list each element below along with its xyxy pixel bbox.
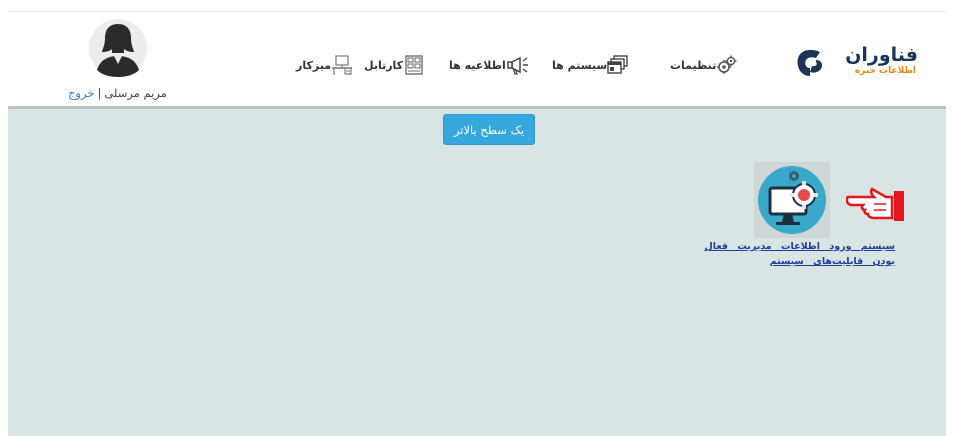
nav-label-settings: تنظیمات — [670, 58, 717, 72]
app-header: فناوران اطلاعات خبره تنظیمات سیستم ها اط… — [8, 12, 946, 108]
user-name: مریم مرسلی — [104, 86, 167, 100]
brand-name: فناوران — [845, 44, 918, 66]
desk-icon — [332, 55, 353, 75]
nav-item-desk[interactable]: میزکار — [290, 50, 353, 80]
user-panel: مریم مرسلی|خروج — [68, 18, 178, 108]
system-link[interactable]: سیستم ورود اطلاعات مدیریت فعال بودن قابل… — [693, 239, 895, 269]
logo-mark-icon — [797, 50, 823, 76]
user-separator: | — [97, 86, 102, 100]
brand-logo[interactable]: فناوران اطلاعات خبره — [792, 42, 918, 84]
nav-item-systems[interactable]: سیستم ها — [546, 50, 629, 80]
windows-icon — [607, 55, 628, 74]
logout-link[interactable]: خروج — [68, 86, 94, 100]
brand-tagline: اطلاعات خبره — [854, 66, 916, 76]
cartable-icon — [405, 55, 423, 75]
nav-item-settings[interactable]: تنظیمات — [664, 50, 738, 80]
user-info-line: مریم مرسلی|خروج — [68, 86, 167, 100]
pointing-hand-icon — [846, 187, 904, 221]
system-monitor-gear-icon[interactable] — [754, 162, 830, 238]
user-avatar-icon — [89, 19, 147, 77]
nav-item-announcements[interactable]: اطلاعیه ها — [443, 50, 532, 80]
main-content: یک سطح بالاتر سیستم ورود اطلاعات مدیریت … — [8, 109, 946, 436]
nav-label-systems: سیستم ها — [552, 58, 608, 72]
up-one-level-button[interactable]: یک سطح بالاتر — [443, 114, 535, 145]
nav-item-cartable[interactable]: کارتابل — [358, 50, 425, 80]
nav-label-desk: میزکار — [296, 58, 332, 72]
gears-icon — [717, 55, 737, 74]
nav-label-cartable: کارتابل — [364, 58, 404, 72]
megaphone-icon — [507, 56, 528, 75]
nav-label-announcements: اطلاعیه ها — [449, 58, 506, 72]
